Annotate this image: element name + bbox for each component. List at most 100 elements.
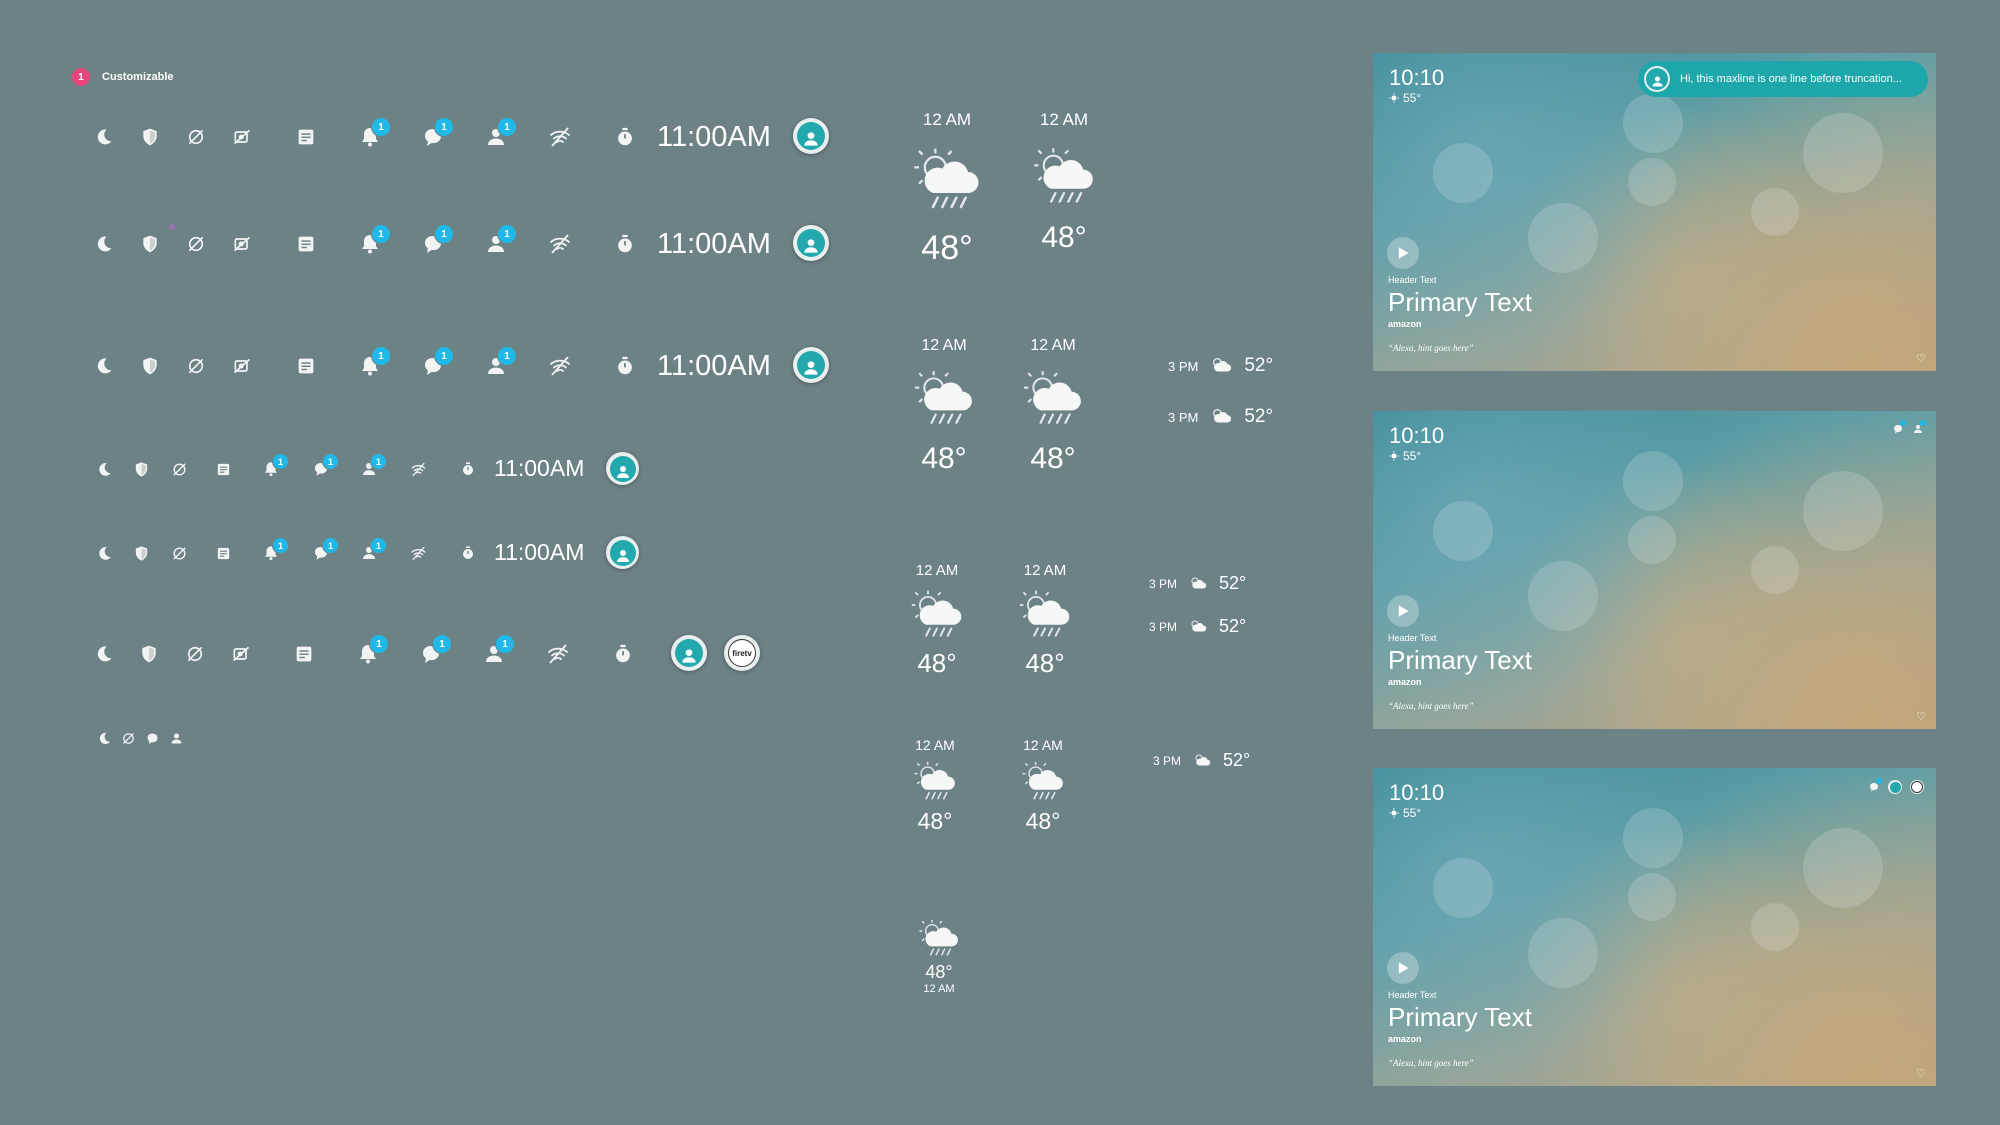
messages-icon[interactable]: 1 [421,224,454,256]
shield-icon [140,127,160,147]
clock: 11:00AM [657,228,771,260]
device-screen-2: 10:10 55° Header Text Primary Text amazo… [1373,411,1936,729]
messages-icon[interactable] [145,731,160,746]
partly-cloudy-rain-icon [909,367,979,429]
user-avatar[interactable] [606,536,639,569]
user-avatar[interactable] [793,347,829,383]
notification-bell-icon[interactable]: 1 [358,346,391,378]
messages-icon[interactable] [1892,420,1906,435]
notification-bell-icon[interactable]: 1 [262,537,289,562]
notification-toast[interactable]: Hi, this maxline is one line before trun… [1638,61,1928,97]
hourly-time: 3 PM [1168,358,1199,374]
weather-temp: 48° [1025,808,1061,834]
weather-temp: 48° [1030,442,1076,475]
camera-off-icon [232,234,252,254]
user-avatar[interactable] [671,635,707,671]
timer-icon[interactable] [460,461,476,477]
alexa-hint: “Alexa, hint goes here” [1388,343,1474,353]
alexa-hint: “Alexa, hint goes here” [1388,1058,1474,1068]
notification-badge: 1 [272,537,289,554]
wifi-off-icon [410,545,427,562]
partly-cloudy-icon [1210,355,1232,377]
drop-in-person-icon[interactable]: 1 [484,346,517,378]
play-button[interactable] [1387,595,1419,627]
heart-icon[interactable]: ♡ [1916,1067,1926,1080]
shield-icon [139,644,159,664]
weather-time: 12 AM [915,562,959,579]
amazon-logo: amazon [1388,677,1422,687]
notes-icon[interactable] [295,233,317,255]
do-not-disturb-icon [171,461,188,478]
amazon-logo: amazon [1388,1034,1422,1044]
timer-icon[interactable] [614,233,636,255]
screen-temperature: 55° [1389,806,1421,820]
timer-icon[interactable] [614,355,636,377]
notes-icon[interactable] [293,643,315,665]
user-avatar[interactable] [793,225,829,261]
heart-icon[interactable]: ♡ [1916,352,1926,365]
timer-icon[interactable] [460,545,476,561]
screen-temperature: 55° [1389,91,1421,105]
notification-bell-icon[interactable]: 1 [356,634,389,666]
hourly-temp: 52° [1223,750,1251,770]
drop-in-person-icon[interactable]: 1 [484,224,517,256]
messages-icon[interactable] [1868,778,1882,793]
messages-icon[interactable]: 1 [312,453,339,478]
messages-icon[interactable]: 1 [421,346,454,378]
user-avatar[interactable] [793,118,829,154]
screen-time: 10:10 [1389,65,1445,90]
messages-badge: 1 [434,117,454,137]
firetv-button[interactable]: firetv [724,635,760,671]
drop-in-person-icon[interactable]: 1 [482,634,515,666]
drop-in-person-icon[interactable]: 1 [360,453,387,478]
hourly-forecast-row: 3 PM 52° [1153,750,1250,771]
weather-card-4b: 12 AM 48° [1008,737,1078,835]
wifi-off-icon [548,232,572,256]
screen-temperature: 55° [1389,449,1421,463]
drop-in-person-icon[interactable] [169,731,184,746]
notification-bell-icon[interactable]: 1 [358,117,391,149]
notes-icon[interactable] [215,461,232,478]
heart-icon[interactable]: ♡ [1916,710,1926,723]
unread-dot [1900,420,1906,426]
timer-icon[interactable] [614,126,636,148]
messages-icon[interactable]: 1 [421,117,454,149]
drop-in-person-icon[interactable]: 1 [484,117,517,149]
notes-icon[interactable] [295,126,317,148]
weather-temp: 48° [925,962,953,982]
play-button[interactable] [1387,237,1419,269]
drop-in-person-icon[interactable]: 1 [360,537,387,562]
weather-card-5: 48° 12 AM [909,917,969,995]
messages-badge: 1 [322,453,339,470]
notification-bell-icon[interactable]: 1 [262,453,289,478]
user-avatar[interactable] [1888,780,1902,794]
clock: 11:00AM [657,350,771,382]
messages-badge: 1 [434,346,454,366]
timer-icon[interactable] [612,643,634,665]
drop-in-badge: 1 [497,117,517,137]
clock: 11:00AM [494,455,585,481]
wifi-off-icon [546,642,570,666]
weather-card-1a: 12 AM 48° [902,110,992,268]
notes-icon[interactable] [295,355,317,377]
messages-icon[interactable]: 1 [312,537,339,562]
partly-cloudy-rain-icon [1015,587,1075,641]
notes-icon[interactable] [215,545,232,562]
moon-icon [94,127,114,147]
drop-in-badge: 1 [370,453,387,470]
partly-cloudy-rain-icon [1028,144,1100,208]
notification-bell-icon[interactable]: 1 [358,224,391,256]
weather-time: 12 AM [1023,562,1067,579]
partly-cloudy-rain-icon [1018,367,1088,429]
user-avatar[interactable] [606,452,639,485]
screen-temp-value: 55° [1403,91,1422,105]
toast-text: Hi, this maxline is one line before trun… [1680,73,1902,85]
messages-icon[interactable]: 1 [419,634,452,666]
weather-card-3a: 12 AM 48° [902,562,972,679]
header-text: Header Text [1388,990,1437,1000]
messages-badge: 1 [432,634,452,654]
drop-in-person-icon[interactable] [1912,420,1926,435]
play-button[interactable] [1387,952,1419,984]
weather-card-3b: 12 AM 48° [1010,562,1080,679]
firetv-icon[interactable] [1910,780,1924,794]
